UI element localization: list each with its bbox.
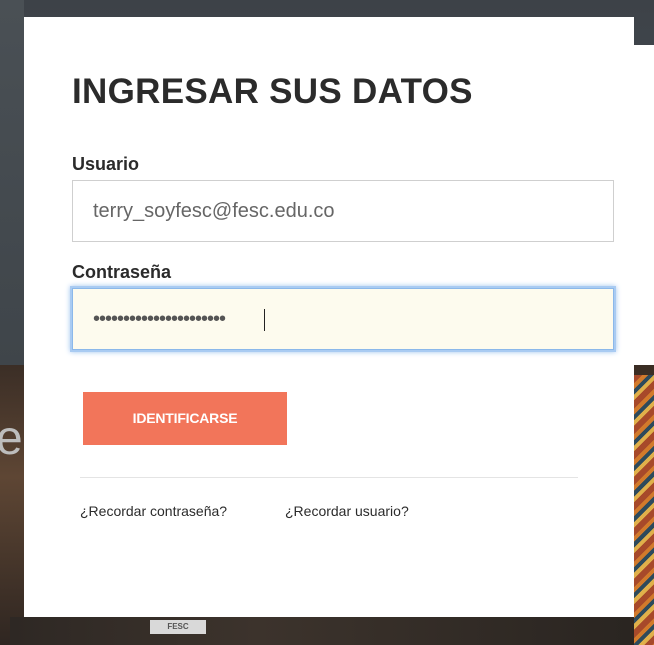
background-bottom-left (0, 365, 24, 645)
text-cursor (264, 309, 265, 331)
username-input[interactable] (72, 180, 614, 242)
password-label: Contraseña (72, 262, 172, 282)
login-modal: INGRESAR SUS DATOS Usuario Contraseña ID… (24, 17, 634, 617)
identify-button[interactable]: IDENTIFICARSE (83, 392, 287, 445)
password-input[interactable] (72, 288, 614, 350)
username-label: Usuario (72, 154, 140, 174)
background-left-edge (0, 0, 24, 365)
forgot-password-link[interactable]: ¿Recordar contraseña? (80, 503, 227, 519)
background-right-edge (634, 45, 654, 375)
modal-title: INGRESAR SUS DATOS (72, 72, 473, 111)
background-mural (634, 375, 654, 645)
forgot-username-link[interactable]: ¿Recordar usuario? (285, 503, 409, 519)
divider (80, 477, 578, 478)
background-bottom-strip (10, 617, 630, 645)
background-partial-letter: e (0, 412, 23, 465)
background-sign: FESC (150, 620, 206, 634)
